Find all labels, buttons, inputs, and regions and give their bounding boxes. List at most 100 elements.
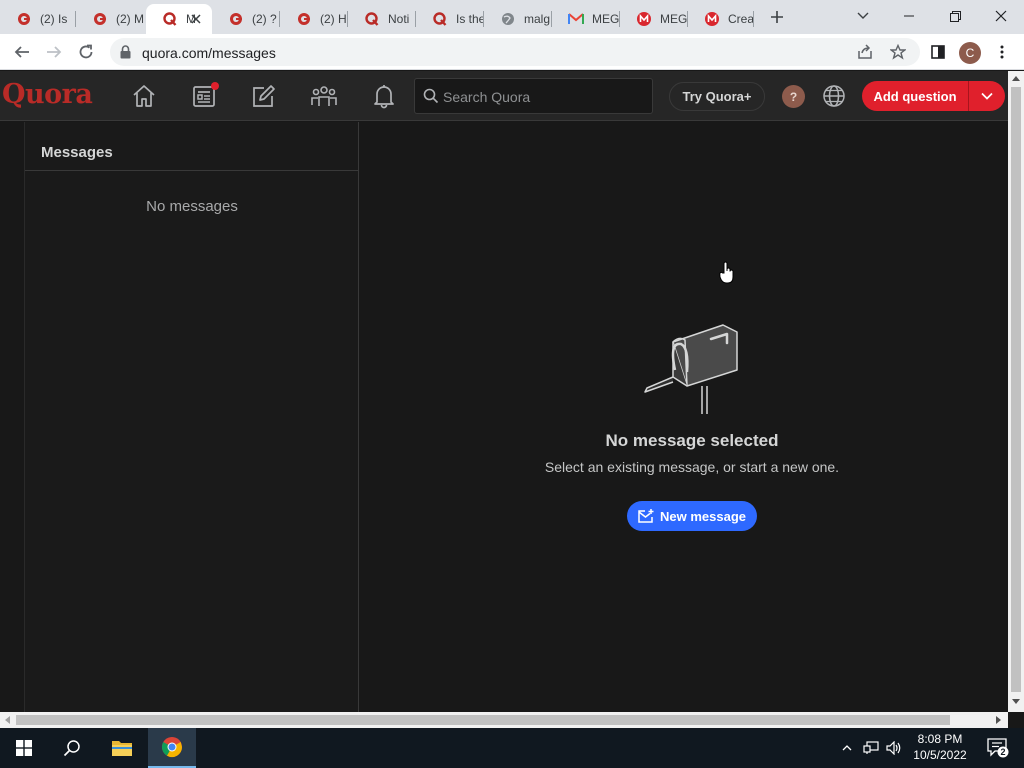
nav-answer[interactable] <box>249 81 279 111</box>
taskbar-search-button[interactable] <box>48 728 96 768</box>
tab-title: (2) ? <box>252 12 277 26</box>
tab-title: malg <box>524 12 551 26</box>
mailbox-illustration-icon <box>643 322 741 421</box>
add-question-dropdown[interactable] <box>968 81 1005 111</box>
new-message-button[interactable]: New message <box>627 501 757 531</box>
empty-state-subtitle: Select an existing message, or start a n… <box>544 459 840 475</box>
action-center-button[interactable]: 2 <box>978 728 1018 768</box>
side-panel-button[interactable] <box>924 38 952 66</box>
kebab-menu-icon <box>1000 45 1004 59</box>
profile-avatar[interactable]: C <box>959 42 981 64</box>
nav-following[interactable] <box>189 81 219 111</box>
horizontal-scrollbar[interactable] <box>0 712 1008 728</box>
share-icon[interactable] <box>856 43 874 61</box>
search-input[interactable] <box>443 87 643 107</box>
browser-tab[interactable]: MEG <box>620 4 688 34</box>
browser-tab[interactable]: MEG <box>552 4 620 34</box>
scroll-up-icon[interactable] <box>1012 76 1020 81</box>
browser-tab[interactable]: Is the <box>416 4 484 34</box>
nav-notifications[interactable] <box>369 81 399 111</box>
new-tab-button[interactable] <box>766 6 788 28</box>
search-box <box>414 78 653 114</box>
file-explorer-button[interactable] <box>98 728 146 768</box>
conversation-list-panel: Messages No messages <box>24 122 359 712</box>
try-quora-plus-button[interactable]: Try Quora+ <box>669 82 765 111</box>
browser-tab[interactable]: (2) M <box>76 4 146 34</box>
scroll-down-icon[interactable] <box>1012 699 1020 704</box>
browser-tab-strip: (2) Is (2) M M (2) ? (2) H Noti Is the m… <box>0 0 1024 34</box>
browser-tab[interactable]: Crea <box>688 4 754 34</box>
network-icon <box>863 741 879 754</box>
side-panel-icon <box>931 45 945 59</box>
start-button[interactable] <box>0 728 48 768</box>
arrow-right-icon <box>47 46 62 58</box>
restore-button[interactable] <box>932 0 978 32</box>
tab-search-button[interactable] <box>840 0 886 32</box>
nav-home[interactable] <box>129 81 159 111</box>
help-button[interactable]: ? <box>782 85 805 108</box>
network-button[interactable] <box>860 728 882 768</box>
scroll-left-icon[interactable] <box>5 716 10 724</box>
home-icon <box>133 85 155 107</box>
browser-tab[interactable]: (2) Is <box>0 4 76 34</box>
chrome-taskbar-button[interactable] <box>148 728 196 768</box>
gmail-icon <box>568 11 584 27</box>
search-icon <box>63 740 80 757</box>
scrollbar-thumb[interactable] <box>16 715 950 725</box>
back-button[interactable] <box>8 38 36 66</box>
address-bar[interactable]: quora.com/messages <box>110 38 920 66</box>
tab-title: Is the <box>456 12 484 26</box>
nav-spaces[interactable] <box>309 81 339 111</box>
globe-icon <box>823 85 845 107</box>
browser-tab[interactable]: (2) H <box>280 4 348 34</box>
minimize-icon <box>904 15 914 17</box>
clock-time: 8:08 PM <box>917 732 963 746</box>
add-question-button[interactable]: Add question <box>862 81 968 111</box>
browser-tab[interactable]: malg <box>484 4 552 34</box>
reload-button[interactable] <box>72 38 100 66</box>
quora-g-icon <box>296 11 312 27</box>
show-hidden-icons-button[interactable] <box>838 728 856 768</box>
plus-icon <box>771 11 783 23</box>
quora-g-icon <box>92 11 108 27</box>
tab-title: (2) Is <box>40 12 68 26</box>
mega-icon <box>636 11 652 27</box>
mega-icon <box>704 11 720 27</box>
arrow-left-icon <box>14 46 29 58</box>
browser-tab-active[interactable]: M <box>146 4 212 34</box>
volume-button[interactable] <box>883 728 905 768</box>
quora-logo[interactable]: Quora <box>2 79 93 110</box>
browser-tab[interactable]: (2) ? <box>212 4 280 34</box>
close-tab-icon[interactable] <box>188 11 204 27</box>
tab-title: (2) H <box>320 12 347 26</box>
conversation-detail-panel: No message selected Select an existing m… <box>360 122 1008 712</box>
minimize-button[interactable] <box>886 0 932 32</box>
chrome-icon <box>161 737 183 758</box>
system-clock[interactable]: 8:08 PM 10/5/2022 <box>906 731 974 763</box>
quora-header: Quora Try Quora+ ? Add question <box>0 71 1008 121</box>
quora-q-icon <box>432 11 448 27</box>
forward-button[interactable] <box>40 38 68 66</box>
search-icon <box>423 88 439 109</box>
browser-menu-button[interactable] <box>988 38 1016 66</box>
globe-icon <box>500 11 516 27</box>
language-button[interactable] <box>821 83 847 109</box>
hand-cursor-icon <box>719 261 735 290</box>
notification-icon: 2 <box>987 738 1009 758</box>
vertical-scrollbar[interactable] <box>1008 71 1024 712</box>
spaces-people-icon <box>311 86 337 106</box>
bookmark-star-icon[interactable] <box>889 43 907 61</box>
notification-dot <box>211 82 219 90</box>
close-window-button[interactable] <box>978 0 1024 32</box>
tab-title: Crea <box>728 12 754 26</box>
tab-title: (2) M <box>116 12 144 26</box>
scroll-right-icon[interactable] <box>996 716 1001 724</box>
tab-title: MEG <box>660 12 688 26</box>
scrollbar-thumb[interactable] <box>1011 87 1021 692</box>
empty-list-text: No messages <box>146 198 238 215</box>
browser-tab[interactable]: Noti <box>348 4 416 34</box>
bell-icon <box>374 85 394 109</box>
chevron-down-icon <box>981 92 993 100</box>
tab-title: MEG <box>592 12 620 26</box>
chevron-down-icon <box>857 12 869 19</box>
